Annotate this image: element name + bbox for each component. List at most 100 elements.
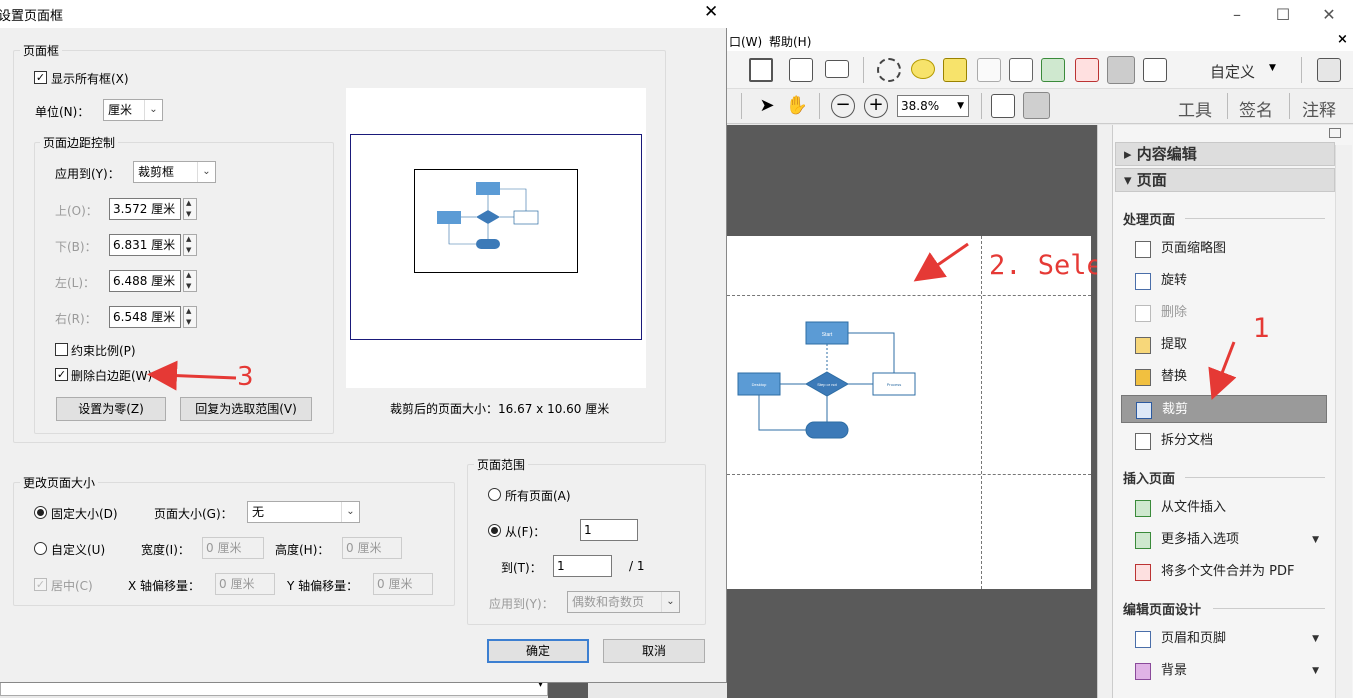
replace-icon[interactable]: [1075, 58, 1099, 82]
split-item[interactable]: 拆分文档: [1121, 427, 1327, 455]
x-offset-label: X 轴偏移量：: [128, 579, 201, 593]
secondary-toolbar: ➤ ✋ − + 38.8% ▼ 工具 签名 注释: [727, 89, 1353, 124]
pages-header[interactable]: ▾ 页面: [1115, 168, 1335, 192]
replace-icon: [1135, 369, 1151, 386]
extract-item[interactable]: 提取: [1121, 331, 1327, 359]
delete-page-icon[interactable]: [977, 58, 1001, 82]
minimize-button[interactable]: –: [1227, 6, 1247, 24]
split-icon[interactable]: [1143, 58, 1167, 82]
chevron-down-icon[interactable]: ▼: [1312, 625, 1319, 653]
close-doc-icon[interactable]: ×: [1337, 32, 1348, 47]
chevron-down-icon[interactable]: ▼: [1312, 657, 1319, 685]
chevron-down-icon[interactable]: ▼: [1312, 526, 1319, 554]
top-margin-spinner[interactable]: [183, 198, 197, 220]
document-page[interactable]: 2. Select Start Step or not Desktop Proc…: [727, 236, 1135, 589]
height-input[interactable]: 0 厘米: [342, 537, 402, 559]
fit-page-icon[interactable]: [991, 94, 1015, 118]
right-tools-panel: ▸ 内容编辑 ▾ 页面 处理页面 页面缩略图 旋转 删除 提取 替换 裁剪 拆分…: [1112, 125, 1353, 698]
preview-canvas: [346, 88, 646, 388]
zoom-in-icon[interactable]: +: [864, 94, 888, 118]
rotate-icon[interactable]: [1009, 58, 1033, 82]
content-edit-header[interactable]: ▸ 内容编辑: [1115, 142, 1335, 166]
select-cursor-icon[interactable]: ➤: [755, 94, 779, 118]
fit-width-icon[interactable]: [1023, 92, 1050, 119]
panel-options-icon[interactable]: [1329, 128, 1341, 138]
unit-select[interactable]: 厘米 ⌄: [103, 99, 163, 121]
left-margin-input[interactable]: 6.488 厘米: [109, 270, 181, 292]
from-input[interactable]: 1: [580, 519, 638, 541]
insert-from-file-item[interactable]: 从文件插入: [1121, 494, 1327, 522]
print-icon[interactable]: [749, 58, 773, 82]
cancel-button[interactable]: 取消: [603, 639, 705, 663]
thumbnails-item[interactable]: 页面缩略图: [1121, 235, 1327, 263]
tab-sign[interactable]: 签名: [1239, 96, 1273, 121]
extract-icon[interactable]: [1041, 58, 1065, 82]
show-all-boxes-checkbox[interactable]: ✓: [34, 71, 47, 84]
right-margin-input[interactable]: 6.548 厘米: [109, 306, 181, 328]
vertical-scrollbar[interactable]: [1097, 125, 1112, 698]
crop-icon[interactable]: [1107, 56, 1135, 84]
from-radio[interactable]: [488, 524, 501, 537]
replace-item[interactable]: 替换: [1121, 363, 1327, 391]
background-icon: [1135, 663, 1151, 680]
close-button[interactable]: ✕: [1319, 6, 1339, 24]
ok-button[interactable]: 确定: [487, 639, 589, 663]
comment-icon[interactable]: [911, 59, 935, 79]
page-size-select[interactable]: 无 ⌄: [247, 501, 360, 523]
menu-window[interactable]: 口(W): [729, 33, 762, 50]
constrain-proportions-checkbox[interactable]: [55, 343, 68, 356]
page-size-label: 页面大小(G)：: [154, 507, 233, 521]
right-margin-spinner[interactable]: [183, 306, 197, 328]
top-margin-input[interactable]: 3.572 厘米: [109, 198, 181, 220]
all-pages-radio[interactable]: [488, 488, 501, 501]
combine-icon: [1135, 564, 1151, 581]
rotate-item[interactable]: 旋转: [1121, 267, 1327, 295]
flow-step-label: Step or not: [817, 382, 837, 387]
width-input[interactable]: 0 厘米: [202, 537, 264, 559]
gear-icon[interactable]: [877, 58, 901, 82]
edit-icon[interactable]: [789, 58, 813, 82]
to-input[interactable]: 1: [553, 555, 612, 577]
revert-to-selection-button[interactable]: 回复为选取范围(V): [180, 397, 312, 421]
combine-files-item[interactable]: 将多个文件合并为 PDF: [1121, 558, 1327, 586]
customize-label[interactable]: 自定义: [1210, 61, 1255, 82]
panel-scrollbar[interactable]: [1335, 145, 1352, 698]
fixed-size-radio[interactable]: [34, 506, 47, 519]
tab-tools[interactable]: 工具: [1178, 96, 1212, 121]
menu-bar: 口(W) 帮助(H) ×: [727, 30, 1353, 51]
zoom-input[interactable]: 38.8% ▼: [897, 95, 969, 117]
bottom-margin-spinner[interactable]: [183, 234, 197, 256]
menu-help[interactable]: 帮助(H): [769, 33, 811, 50]
center-checkbox[interactable]: ✓: [34, 578, 47, 591]
left-margin-label: 左(L)：: [55, 276, 96, 290]
tab-comment[interactable]: 注释: [1302, 96, 1336, 121]
expand-icon[interactable]: [1317, 58, 1341, 82]
x-offset-input[interactable]: 0 厘米: [215, 573, 275, 595]
background-item[interactable]: 背景 ▼: [1121, 657, 1327, 685]
flow-start-label: Start: [822, 332, 833, 338]
hand-icon[interactable]: ✋: [785, 94, 809, 118]
crop-item[interactable]: 裁剪: [1121, 395, 1327, 423]
bottom-margin-input[interactable]: 6.831 厘米: [109, 234, 181, 256]
set-to-zero-button[interactable]: 设置为零(Z): [56, 397, 166, 421]
cropped-size-text: 裁剪后的页面大小：16.67 x 10.60 厘米: [390, 402, 610, 416]
apply-to-select[interactable]: 裁剪框 ⌄: [133, 161, 216, 183]
chevron-down-icon[interactable]: ▼: [1269, 63, 1276, 73]
maximize-button[interactable]: ☐: [1273, 6, 1293, 24]
remove-white-margins-label: 删除白边距(W): [71, 369, 153, 383]
header-footer-icon: [1135, 631, 1151, 648]
zoom-out-icon[interactable]: −: [831, 94, 855, 118]
highlight-icon[interactable]: [943, 58, 967, 82]
custom-size-radio[interactable]: [34, 542, 47, 555]
remove-white-margins-checkbox[interactable]: ✓: [55, 368, 68, 381]
more-insert-item[interactable]: 更多插入选项 ▼: [1121, 526, 1327, 554]
close-icon[interactable]: ✕: [704, 2, 718, 22]
all-pages-label: 所有页面(A): [505, 489, 571, 503]
left-margin-spinner[interactable]: [183, 270, 197, 292]
y-offset-input[interactable]: 0 厘米: [373, 573, 433, 595]
header-footer-item[interactable]: 页眉和页脚 ▼: [1121, 625, 1327, 653]
delete-item[interactable]: 删除: [1121, 299, 1327, 327]
email-icon[interactable]: [825, 60, 849, 78]
delete-icon: [1135, 305, 1151, 322]
apply-to-pages-select[interactable]: 偶数和奇数页 ⌄: [567, 591, 680, 613]
